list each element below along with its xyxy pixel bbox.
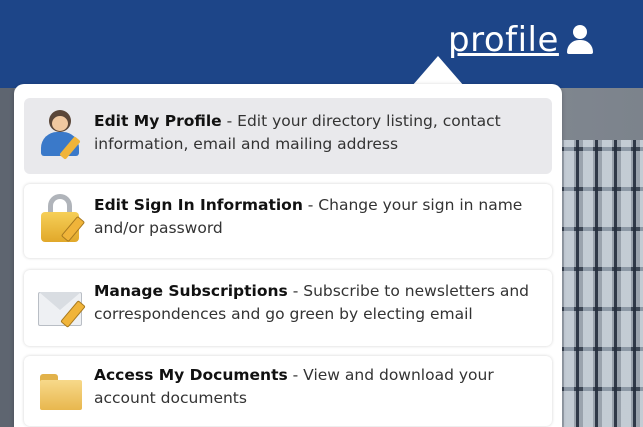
- menu-item-edit-sign-in[interactable]: Edit Sign In Information - Change your s…: [24, 184, 552, 258]
- envelope-edit-icon: [38, 282, 86, 332]
- building-windows: [560, 140, 643, 427]
- menu-item-title: Manage Subscriptions: [94, 282, 288, 300]
- menu-item-text: Edit My Profile - Edit your directory li…: [94, 110, 540, 156]
- profile-menu-toggle[interactable]: profile: [448, 20, 595, 60]
- person-icon: [565, 24, 595, 56]
- folder-icon: [38, 366, 84, 416]
- dropdown-caret: [412, 56, 464, 86]
- background-edge: [0, 88, 14, 427]
- menu-item-access-documents[interactable]: Access My Documents - View and download …: [24, 356, 552, 426]
- menu-item-title: Access My Documents: [94, 366, 288, 384]
- menu-item-text: Manage Subscriptions - Subscribe to news…: [94, 280, 540, 326]
- menu-item-title: Edit My Profile: [94, 112, 222, 130]
- lock-edit-icon: [38, 194, 86, 244]
- menu-item-manage-subscriptions[interactable]: Manage Subscriptions - Subscribe to news…: [24, 270, 552, 346]
- menu-item-text: Access My Documents - View and download …: [94, 364, 540, 410]
- menu-item-title: Edit Sign In Information: [94, 196, 303, 214]
- profile-label: profile: [448, 20, 559, 60]
- menu-item-text: Edit Sign In Information - Change your s…: [94, 194, 540, 240]
- user-edit-icon: [38, 110, 84, 160]
- profile-dropdown-menu: Edit My Profile - Edit your directory li…: [14, 84, 562, 427]
- menu-item-edit-profile[interactable]: Edit My Profile - Edit your directory li…: [24, 98, 552, 174]
